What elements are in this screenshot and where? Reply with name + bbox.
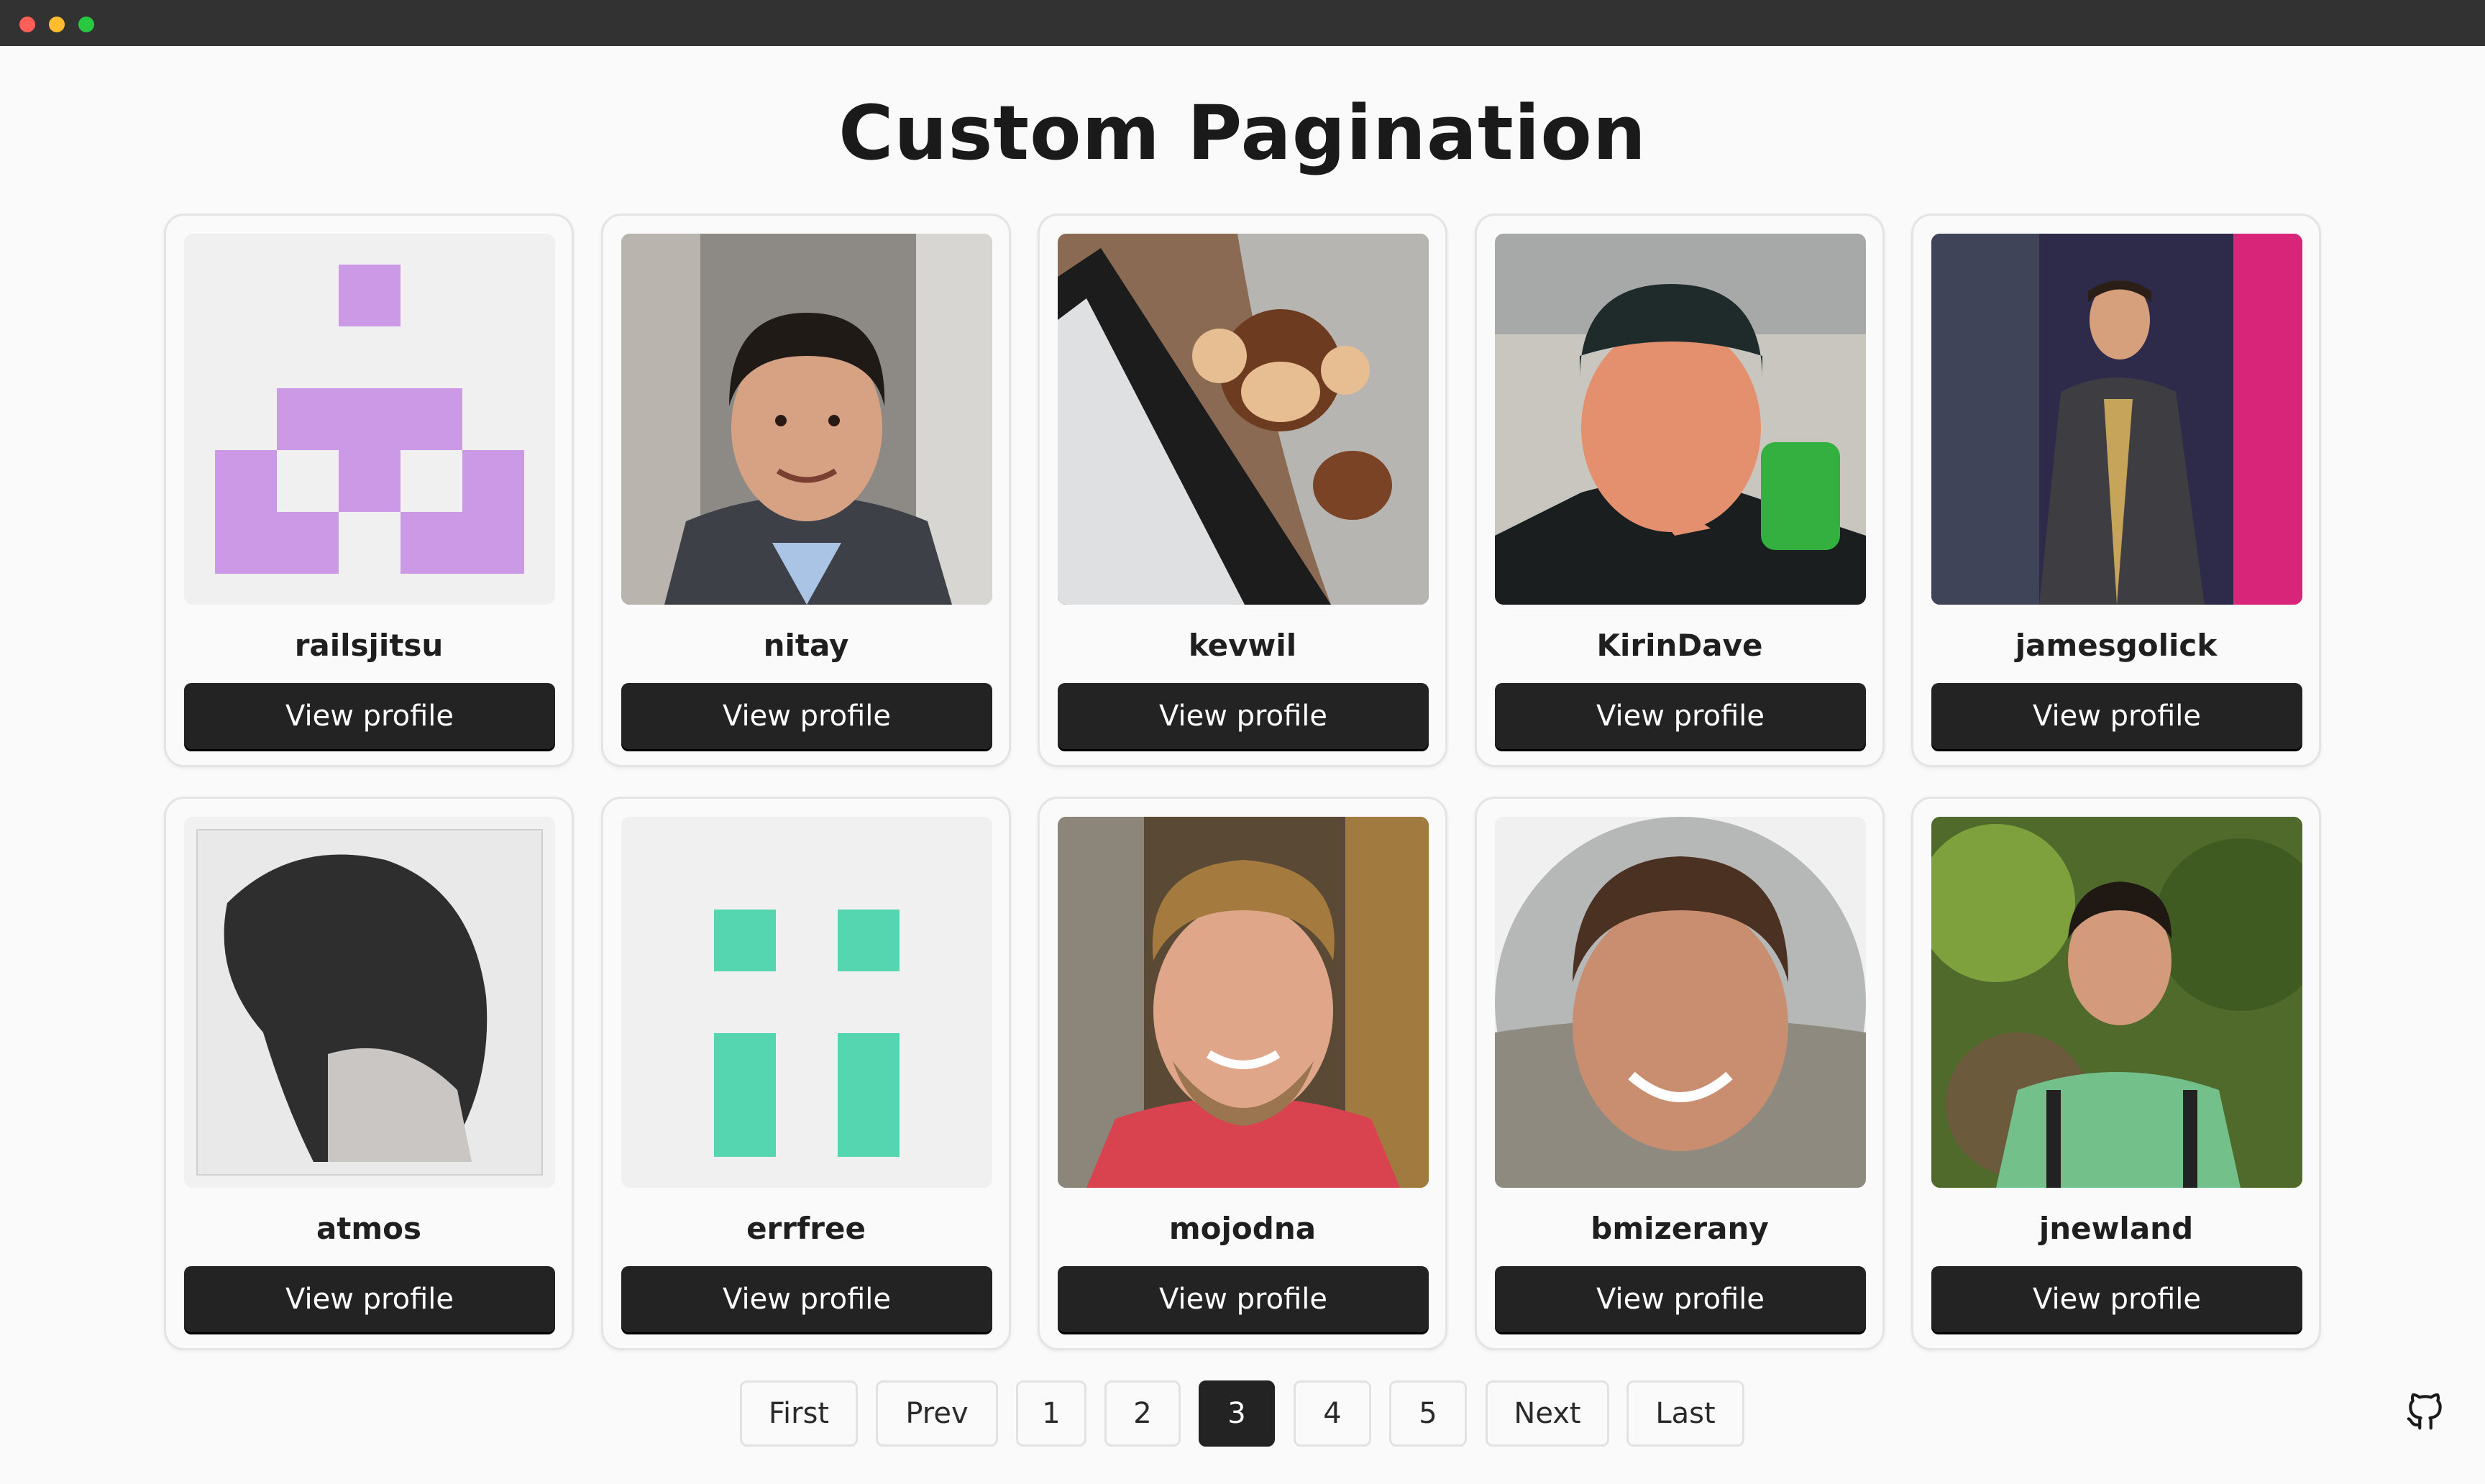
minimize-window-button[interactable]	[49, 17, 65, 32]
user-card: atmos View profile	[164, 797, 574, 1350]
next-page-button[interactable]: Next	[1486, 1380, 1609, 1447]
avatar-photo	[1931, 817, 2302, 1188]
page-4-button[interactable]: 4	[1294, 1380, 1371, 1447]
page-1-button[interactable]: 1	[1016, 1380, 1086, 1447]
view-profile-button[interactable]: View profile	[184, 683, 555, 749]
avatar-photo	[184, 817, 555, 1188]
avatar-photo	[1495, 234, 1866, 605]
view-profile-button[interactable]: View profile	[1495, 683, 1866, 749]
username: bmizerany	[1591, 1211, 1769, 1246]
user-card: jamesgolick View profile	[1911, 214, 2321, 767]
avatar-photo	[1058, 234, 1429, 605]
view-profile-button[interactable]: View profile	[184, 1266, 555, 1332]
username: mojodna	[1168, 1211, 1317, 1246]
user-card: mojodna View profile	[1038, 797, 1447, 1350]
avatar-photo	[1495, 817, 1866, 1188]
user-card: railsjitsu View profile	[164, 214, 574, 767]
prev-page-button[interactable]: Prev	[876, 1380, 998, 1447]
view-profile-button[interactable]: View profile	[1058, 683, 1429, 749]
avatar-photo	[1931, 234, 2302, 605]
view-profile-button[interactable]: View profile	[1931, 1266, 2302, 1332]
username: errfree	[746, 1211, 866, 1246]
page-title: Custom Pagination	[838, 89, 1647, 177]
last-page-button[interactable]: Last	[1626, 1380, 1744, 1447]
user-card: bmizerany View profile	[1475, 797, 1885, 1350]
page-2-button[interactable]: 2	[1104, 1380, 1181, 1447]
avatar-photo	[621, 234, 992, 605]
username: atmos	[316, 1211, 422, 1246]
user-card: jnewland View profile	[1911, 797, 2321, 1350]
view-profile-button[interactable]: View profile	[621, 1266, 992, 1332]
username: nitay	[763, 628, 849, 663]
page-5-button[interactable]: 5	[1389, 1380, 1467, 1447]
first-page-button[interactable]: First	[740, 1380, 858, 1447]
view-profile-button[interactable]: View profile	[621, 683, 992, 749]
user-card: KirinDave View profile	[1475, 214, 1885, 767]
username: kevwil	[1188, 628, 1297, 663]
view-profile-button[interactable]: View profile	[1495, 1266, 1866, 1332]
page-3-button-current[interactable]: 3	[1199, 1380, 1275, 1447]
username: railsjitsu	[294, 628, 444, 663]
close-window-button[interactable]	[19, 17, 35, 32]
maximize-window-button[interactable]	[78, 17, 94, 32]
view-profile-button[interactable]: View profile	[1931, 683, 2302, 749]
user-card: errfree View profile	[601, 797, 1011, 1350]
github-icon[interactable]	[2403, 1389, 2448, 1434]
user-card: nitay View profile	[601, 214, 1011, 767]
identicon-avatar	[184, 234, 555, 605]
avatar-photo	[1058, 817, 1429, 1188]
username: jnewland	[2038, 1211, 2194, 1246]
identicon-avatar	[621, 817, 992, 1188]
username: jamesgolick	[2015, 628, 2218, 663]
window-titlebar	[0, 0, 2485, 46]
user-card: kevwil View profile	[1038, 214, 1447, 767]
username: KirinDave	[1596, 628, 1763, 663]
view-profile-button[interactable]: View profile	[1058, 1266, 1429, 1332]
